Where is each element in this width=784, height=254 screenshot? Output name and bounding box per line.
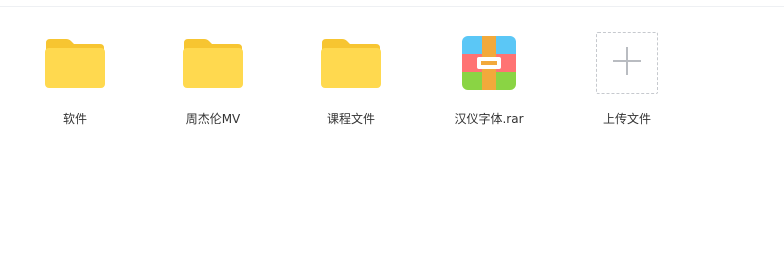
upload-tile[interactable] [596, 32, 658, 94]
file-grid: 软件 周杰伦MV 课程文件 汉仪字体.rar 上传文件 [0, 0, 784, 254]
folder-icon-wrap [15, 30, 135, 96]
plus-icon [612, 46, 642, 80]
upload-label: 上传文件 [602, 112, 651, 126]
file-item-folder[interactable]: 周杰伦MV [153, 30, 273, 130]
folder-icon [182, 37, 244, 89]
rar-archive-icon [462, 36, 516, 90]
file-item-folder[interactable]: 软件 [15, 30, 135, 130]
rar-icon-wrap [429, 30, 549, 96]
upload-file-button[interactable]: 上传文件 [567, 30, 687, 130]
folder-icon [44, 37, 106, 89]
upload-icon-wrap [567, 30, 687, 96]
folder-icon-wrap [291, 30, 411, 96]
file-name: 软件 [62, 112, 87, 126]
file-name: 周杰伦MV [185, 112, 241, 126]
file-item-folder[interactable]: 课程文件 [291, 30, 411, 130]
folder-icon [320, 37, 382, 89]
file-name: 汉仪字体.rar [454, 112, 524, 126]
file-name: 课程文件 [326, 112, 375, 126]
folder-icon-wrap [153, 30, 273, 96]
file-item-rar[interactable]: 汉仪字体.rar [429, 30, 549, 130]
